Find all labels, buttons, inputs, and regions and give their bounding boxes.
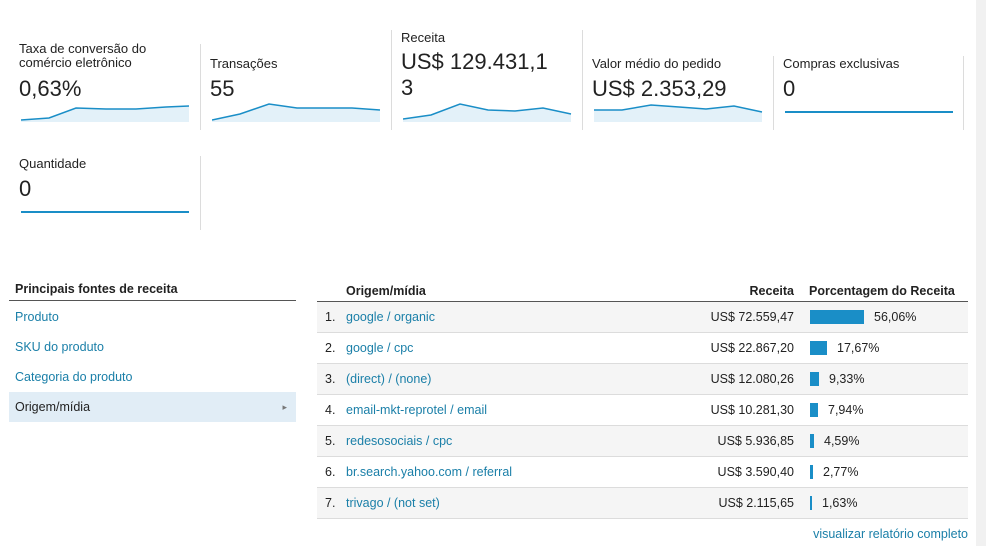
metric-label: Quantidade [19,156,87,171]
table-row: 1. google / organic US$ 72.559,47 56,06% [317,302,968,333]
table-row: 7. trivago / (not set) US$ 2.115,65 1,63% [317,488,968,519]
row-index: 3. [325,372,336,386]
left-item-product[interactable]: Produto [9,302,296,332]
row-source-link[interactable]: google / cpc [346,341,413,355]
table-row: 5. redesosociais / cpc US$ 5.936,85 4,59% [317,426,968,457]
metric-divider [200,156,201,230]
metric-value: US$ 129.431,1 3 [401,49,548,101]
caret-right-icon: ▸ [282,402,287,412]
row-index: 1. [325,310,336,324]
metric-value: 0 [783,76,796,101]
sparkline [212,103,381,122]
row-index: 5. [325,434,336,448]
row-source-link[interactable]: trivago / (not set) [346,496,440,510]
sparkline [21,211,189,213]
metric-average-order-value[interactable]: Valor médio do pedido US$ 2.353,29 [592,44,763,122]
column-header-percent: Porcentagem do Receita [809,284,955,298]
metric-divider [200,44,201,130]
metric-revenue[interactable]: Receita US$ 129.431,1 3 [401,30,572,122]
sparkline [403,103,572,122]
page-scrollbar[interactable] [976,0,986,546]
table-row: 4. email-mkt-reprotel / email US$ 10.281,3… [317,395,968,426]
left-item-product-sku[interactable]: SKU do produto [9,332,296,362]
metric-label: Compras exclusivas [783,56,900,71]
column-header-source: Origem/mídia [346,284,426,298]
row-percent: 56,06% [874,310,917,324]
sparkline [785,111,953,113]
row-percent: 4,59% [824,434,860,448]
row-percent-bar [810,403,818,417]
row-revenue: US$ 3.590,40 [717,465,794,479]
metric-value-line1: US$ 129.431,1 [401,49,548,74]
row-percent: 2,77% [823,465,859,479]
metric-quantity[interactable]: Quantidade 0 [19,144,189,220]
row-percent: 9,33% [829,372,865,386]
metric-divider [963,56,964,130]
metric-divider [773,56,774,130]
row-percent-bar [810,434,814,448]
row-percent: 17,67% [837,341,880,355]
metric-ecommerce-conversion-rate[interactable]: Taxa de conversão do comércio eletrônico… [19,42,190,122]
row-source-link[interactable]: br.search.yahoo.com / referral [346,465,512,479]
row-index: 2. [325,341,336,355]
table-row: 6. br.search.yahoo.com / referral US$ 3.59… [317,457,968,488]
metric-unique-purchases[interactable]: Compras exclusivas 0 [783,44,953,120]
metric-label: Valor médio do pedido [592,56,722,71]
metric-label: Transações [210,56,278,71]
row-revenue: US$ 5.936,85 [717,434,794,448]
metric-label-line1: Taxa de conversão do [19,41,147,56]
row-revenue: US$ 22.867,20 [710,341,794,355]
sparkline [21,105,190,122]
row-percent-bar [810,310,864,324]
metric-value: 55 [210,76,235,101]
metric-transactions[interactable]: Transações 55 [210,44,381,122]
metric-label: Receita [401,30,446,45]
row-revenue: US$ 2.115,65 [718,496,794,510]
row-percent: 7,94% [828,403,864,417]
left-item-source-medium[interactable]: Origem/mídia ▸ [9,392,296,422]
revenue-sources-header: Principais fontes de receita [9,282,296,301]
metric-value: 0 [19,176,32,201]
metric-value-line2: 3 [401,75,414,100]
row-percent-bar [810,465,813,479]
metric-divider [391,30,392,130]
metric-divider [582,30,583,130]
row-percent: 1,63% [822,496,858,510]
row-index: 6. [325,465,336,479]
row-source-link[interactable]: google / organic [346,310,435,324]
row-source-link[interactable]: redesosociais / cpc [346,434,452,448]
row-percent-bar [810,496,812,510]
row-source-link[interactable]: email-mkt-reprotel / email [346,403,487,417]
metric-value: US$ 2.353,29 [592,76,727,101]
row-revenue: US$ 10.281,30 [710,403,794,417]
row-percent-bar [810,341,827,355]
row-revenue: US$ 12.080,26 [710,372,794,386]
sparkline [594,104,763,122]
metric-label: Taxa de conversão do comércio eletrônico [19,42,146,70]
row-percent-bar [810,372,819,386]
view-full-report-link[interactable]: visualizar relatório completo [813,527,968,541]
row-index: 4. [325,403,336,417]
column-header-revenue: Receita [749,284,794,298]
table-row: 2. google / cpc US$ 22.867,20 17,67% [317,333,968,364]
row-source-link[interactable]: (direct) / (none) [346,372,431,386]
left-item-product-category[interactable]: Categoria do produto [9,362,296,392]
left-item-label: Origem/mídia [15,400,91,414]
metric-label-line2: comércio eletrônico [19,55,132,70]
metric-value: 0,63% [19,76,82,101]
table-row: 3. (direct) / (none) US$ 12.080,26 9,33% [317,364,968,395]
row-index: 7. [325,496,336,510]
row-revenue: US$ 72.559,47 [710,310,794,324]
table-header: Origem/mídia Receita Porcentagem do Rece… [317,282,968,302]
